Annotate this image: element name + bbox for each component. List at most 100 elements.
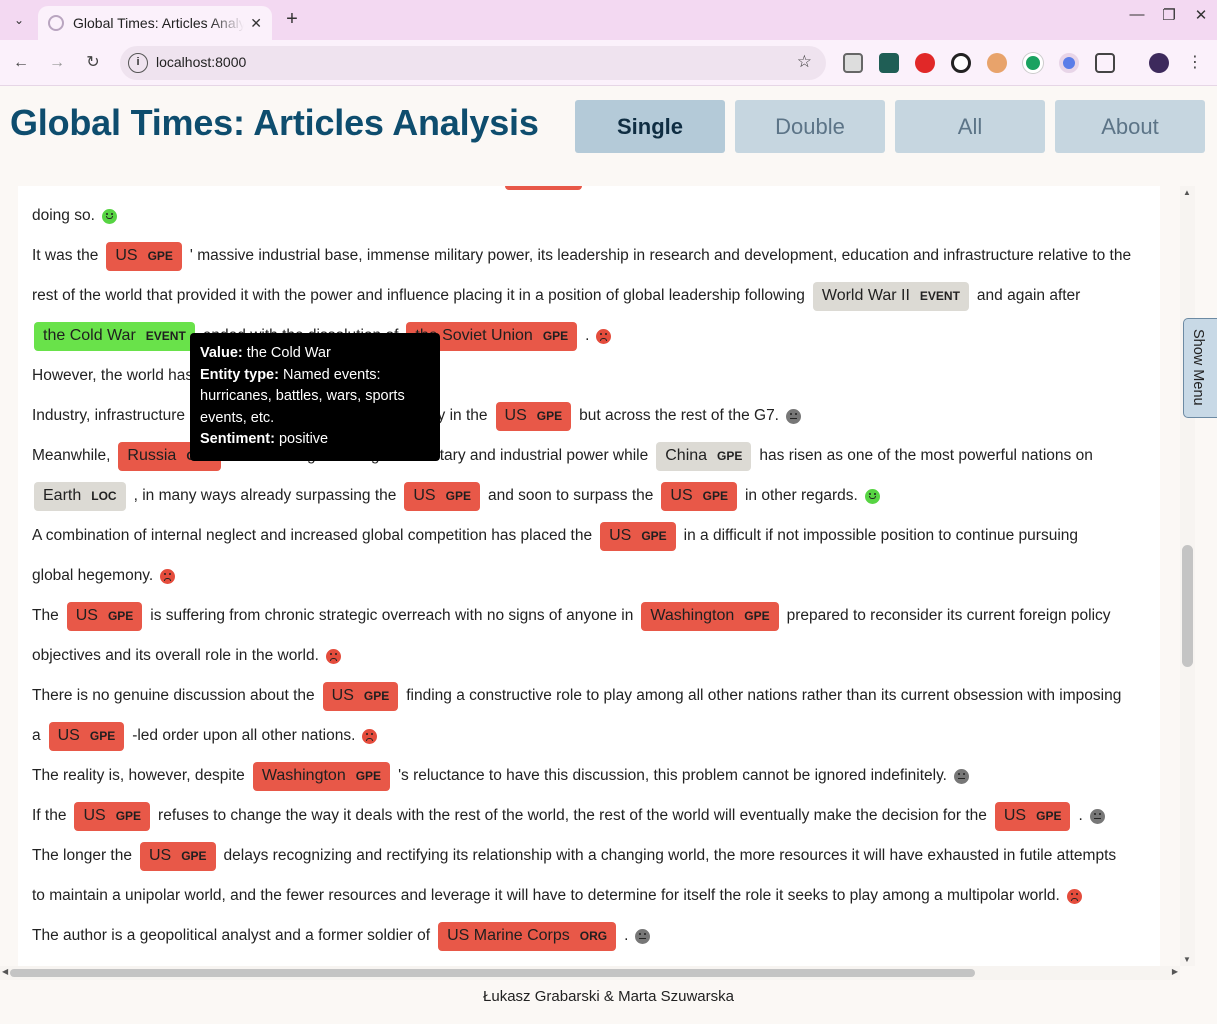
entity-tag[interactable]: US GPE (139, 841, 216, 871)
entity-label: GPE (107, 609, 134, 623)
profile-avatar-icon[interactable] (1149, 53, 1169, 73)
site-info-icon[interactable]: i (128, 53, 148, 73)
sentiment-negative-face-icon (362, 728, 378, 744)
show-menu-button[interactable]: Show Menu (1183, 318, 1217, 418)
entity-label: GPE (702, 489, 728, 503)
entity-tag[interactable]: US GPE (404, 481, 480, 511)
entity-tag[interactable]: US GPE (495, 401, 572, 431)
forward-arrow-icon[interactable]: → (45, 51, 69, 75)
entity-value: US Marine Corps (447, 927, 570, 944)
tab-close-icon[interactable]: ✕ (250, 15, 262, 32)
article-text-segment: refuses to change the way it deals with … (158, 807, 987, 824)
entity-tag[interactable]: US GPE (600, 521, 676, 551)
article-line: a US GPE -led order upon all other nations. (29, 716, 378, 756)
new-tab-plus-icon[interactable]: + (280, 8, 304, 31)
entity-tag[interactable] (505, 186, 582, 190)
nav-all-button[interactable]: All (895, 100, 1045, 153)
entity-tag[interactable]: US GPE (994, 801, 1071, 831)
extension-icon[interactable] (1059, 53, 1079, 73)
address-url[interactable]: localhost:8000 (156, 54, 246, 70)
extension-icon[interactable] (951, 53, 971, 73)
address-bar[interactable]: i localhost:8000 ☆ (120, 46, 826, 80)
nav-single-button[interactable]: Single (575, 100, 725, 153)
entity-tag[interactable]: US GPE (66, 601, 143, 631)
entity-label: EVENT (919, 289, 960, 303)
browser-tab[interactable]: Global Times: Articles Analysis ✕ (38, 6, 272, 40)
article-text-segment: The longer the (32, 847, 132, 864)
scroll-left-arrow-icon[interactable]: ◀ (2, 967, 8, 976)
entity-label: GPE (355, 769, 382, 783)
entity-label: GPE (181, 849, 207, 863)
entity-label: LOC (91, 489, 117, 503)
entity-label: GPE (717, 449, 743, 463)
entity-label: GPE (89, 729, 116, 743)
tooltip-value: the Cold War (246, 345, 331, 361)
entity-tag[interactable]: Washington GPE (252, 761, 391, 791)
back-arrow-icon[interactable]: ← (9, 51, 33, 75)
vertical-scroll-thumb[interactable] (1182, 545, 1193, 667)
menu-kebab-icon[interactable]: ⋮ (1183, 51, 1207, 75)
nav-double-button[interactable]: Double (735, 100, 885, 153)
horizontal-scroll-thumb[interactable] (10, 969, 975, 977)
article-line: Earth LOC , in many ways already surpassin… (29, 476, 880, 516)
entity-value: US (331, 687, 354, 704)
entity-tag[interactable]: US GPE (106, 241, 182, 271)
article-line: to maintain a unipolar world, and the fe… (29, 876, 1082, 916)
extension-icon[interactable] (879, 53, 899, 73)
entity-label: GPE (115, 809, 142, 823)
article-line: A combination of internal neglect and in… (29, 516, 1081, 556)
bookmark-star-icon[interactable]: ☆ (797, 52, 812, 72)
article-text-segment: in a difficult if not impossible positio… (683, 527, 1079, 544)
extension-icon[interactable] (1023, 53, 1043, 73)
minimize-icon[interactable]: — (1121, 6, 1153, 24)
entity-value: Washington (650, 607, 735, 624)
browser-toolbar: ← → ↻ i localhost:8000 ☆ ⋮ (0, 40, 1217, 86)
article-text-segment: The (32, 607, 59, 624)
article-pane[interactable]: doing so. It was the US GPE ' massive indust… (0, 186, 1180, 966)
entity-tag[interactable]: World War II EVENT (812, 281, 969, 311)
entity-tag[interactable]: US GPE (322, 681, 399, 711)
entity-value: Washington (261, 767, 346, 784)
article-text-segment: has risen as one of the most powerful na… (759, 447, 1093, 464)
entity-tag[interactable]: Washington GPE (641, 601, 779, 631)
extension-icon[interactable] (915, 53, 935, 73)
close-window-icon[interactable]: ✕ (1185, 6, 1217, 24)
entity-tag[interactable]: US GPE (661, 481, 737, 511)
entity-tag[interactable]: US GPE (74, 801, 151, 831)
entity-tag[interactable]: US GPE (48, 721, 125, 751)
article-text-segment: rest of the world that provided it with … (32, 287, 805, 304)
entity-value: US (670, 487, 693, 504)
article-text-segment: If the (32, 807, 67, 824)
entity-tag[interactable]: China GPE (656, 441, 752, 471)
entity-tag[interactable]: US Marine Corps ORG (438, 921, 617, 951)
article-text-segment: -led order upon all other nations. (132, 727, 356, 744)
sentiment-negative-face-icon (325, 648, 341, 664)
scroll-up-arrow-icon[interactable]: ▲ (1183, 188, 1191, 197)
article-text-segment: , in many ways already surpassing the (133, 487, 397, 504)
scroll-right-arrow-icon[interactable]: ▶ (1172, 967, 1178, 976)
extensions-puzzle-icon[interactable] (1095, 53, 1115, 73)
article-text-segment: There is no genuine discussion about the (32, 687, 315, 704)
article-line: The US GPE is suffering from chronic strate… (29, 596, 1114, 636)
sentiment-negative-face-icon (1066, 888, 1082, 904)
entity-tag[interactable]: Earth LOC (34, 481, 126, 511)
article-text-segment: . (1078, 807, 1083, 824)
article-text-segment: . (585, 327, 590, 344)
entity-value: US (75, 607, 98, 624)
reload-icon[interactable]: ↻ (81, 51, 105, 75)
scroll-down-arrow-icon[interactable]: ▼ (1183, 955, 1191, 964)
extension-icon[interactable] (987, 53, 1007, 73)
article-text-segment: in other regards. (744, 487, 858, 504)
nav-about-button[interactable]: About (1055, 100, 1205, 153)
extension-icon[interactable] (843, 53, 863, 73)
sentiment-neutral-face-icon (954, 768, 969, 784)
tab-list-chevron-icon[interactable]: ⌄ (6, 8, 32, 32)
article-line: The longer the US GPE delays recognizing an… (29, 836, 1119, 876)
article-text-segment: objectives and its overall role in the w… (32, 647, 319, 664)
window-controls: — ❐ ✕ (1121, 6, 1217, 24)
entity-tag[interactable]: the Cold War EVENT (34, 321, 195, 351)
maximize-icon[interactable]: ❐ (1153, 6, 1185, 24)
article-text-segment: is suffering from chronic strategic over… (150, 607, 634, 624)
horizontal-scrollbar[interactable]: ◀ ▶ (0, 966, 1180, 980)
vertical-scrollbar[interactable]: ▲ ▼ (1180, 186, 1195, 966)
